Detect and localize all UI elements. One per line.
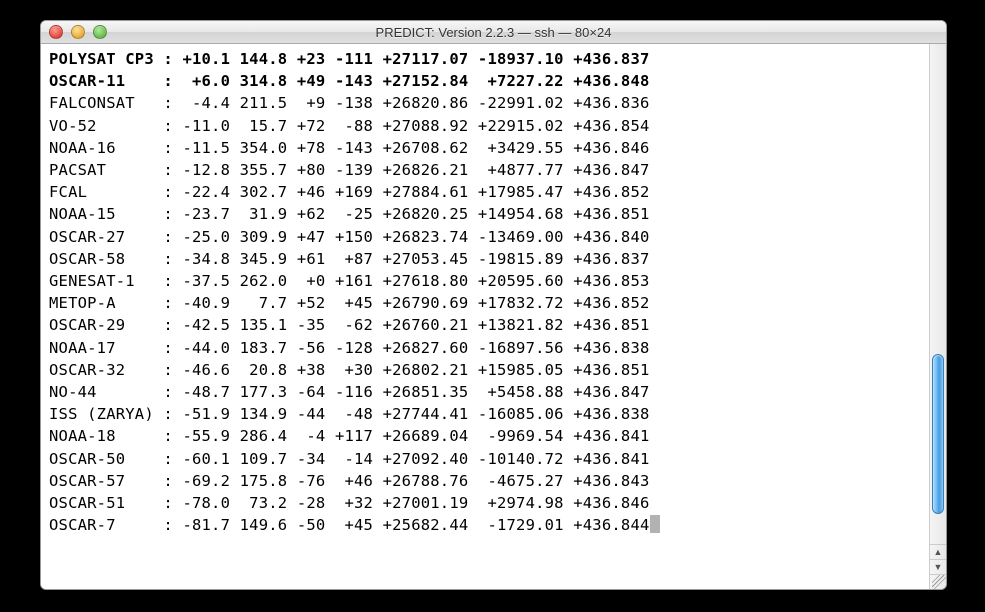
table-row: NOAA-18 : -55.9 286.4 -4 +117 +26689.04 …	[49, 425, 927, 447]
zoom-icon[interactable]	[93, 25, 107, 39]
table-row: NOAA-17 : -44.0 183.7 -56 -128 +26827.60…	[49, 337, 927, 359]
table-row: OSCAR-57 : -69.2 175.8 -76 +46 +26788.76…	[49, 470, 927, 492]
minimize-icon[interactable]	[71, 25, 85, 39]
table-row: GENESAT-1 : -37.5 262.0 +0 +161 +27618.8…	[49, 270, 927, 292]
titlebar[interactable]: PREDICT: Version 2.2.3 — ssh — 80×24	[41, 21, 946, 44]
table-row: OSCAR-58 : -34.8 345.9 +61 +87 +27053.45…	[49, 248, 927, 270]
table-row: POLYSAT CP3 : +10.1 144.8 +23 -111 +2711…	[49, 48, 927, 70]
table-row: OSCAR-11 : +6.0 314.8 +49 -143 +27152.84…	[49, 70, 927, 92]
table-row: OSCAR-51 : -78.0 73.2 -28 +32 +27001.19 …	[49, 492, 927, 514]
scroll-up-icon[interactable]: ▲	[930, 544, 946, 559]
table-row: OSCAR-7 : -81.7 149.6 -50 +45 +25682.44 …	[49, 514, 927, 536]
terminal-output[interactable]: POLYSAT CP3 : +10.1 144.8 +23 -111 +2711…	[41, 44, 929, 589]
traffic-lights	[49, 25, 107, 39]
table-row: VO-52 : -11.0 15.7 +72 -88 +27088.92 +22…	[49, 115, 927, 137]
scrollbar[interactable]: ▲ ▼	[929, 44, 946, 589]
table-row: ISS (ZARYA) : -51.9 134.9 -44 -48 +27744…	[49, 403, 927, 425]
table-row: NO-44 : -48.7 177.3 -64 -116 +26851.35 +…	[49, 381, 927, 403]
table-row: OSCAR-32 : -46.6 20.8 +38 +30 +26802.21 …	[49, 359, 927, 381]
terminal-window: PREDICT: Version 2.2.3 — ssh — 80×24 POL…	[40, 20, 947, 590]
table-row: METOP-A : -40.9 7.7 +52 +45 +26790.69 +1…	[49, 292, 927, 314]
table-row: PACSAT : -12.8 355.7 +80 -139 +26826.21 …	[49, 159, 927, 181]
table-row: NOAA-16 : -11.5 354.0 +78 -143 +26708.62…	[49, 137, 927, 159]
cursor	[650, 515, 660, 533]
content-area: POLYSAT CP3 : +10.1 144.8 +23 -111 +2711…	[41, 44, 946, 589]
table-row: OSCAR-50 : -60.1 109.7 -34 -14 +27092.40…	[49, 448, 927, 470]
window-title: PREDICT: Version 2.2.3 — ssh — 80×24	[41, 25, 946, 40]
scroll-thumb[interactable]	[932, 354, 944, 514]
scroll-down-icon[interactable]: ▼	[930, 559, 946, 574]
table-row: OSCAR-29 : -42.5 135.1 -35 -62 +26760.21…	[49, 314, 927, 336]
table-row: FALCONSAT : -4.4 211.5 +9 -138 +26820.86…	[49, 92, 927, 114]
table-row: NOAA-15 : -23.7 31.9 +62 -25 +26820.25 +…	[49, 203, 927, 225]
table-row: FCAL : -22.4 302.7 +46 +169 +27884.61 +1…	[49, 181, 927, 203]
table-row: OSCAR-27 : -25.0 309.9 +47 +150 +26823.7…	[49, 226, 927, 248]
resize-handle[interactable]	[930, 574, 946, 589]
close-icon[interactable]	[49, 25, 63, 39]
scroll-track[interactable]	[930, 44, 946, 544]
